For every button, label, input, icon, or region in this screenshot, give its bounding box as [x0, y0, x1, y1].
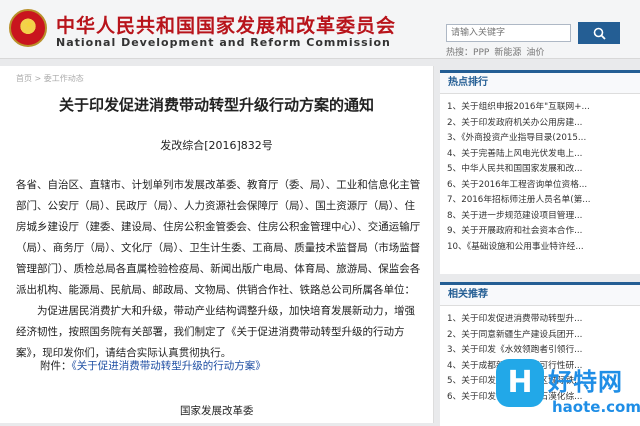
hot-term-oil-price[interactable]: 油价 [526, 48, 544, 58]
watermark-url: haote.com [552, 398, 640, 416]
list-item[interactable]: 9、关于开展政府和社会资本合作... [447, 224, 633, 240]
article-body: 各省、自治区、直辖市、计划单列市发展改革委、教育厅（委、局）、工业和信息化主管部… [16, 175, 421, 364]
list-item[interactable]: 1、关于组织申报2016年"互联网+... [447, 100, 633, 116]
article-main: 首页 > 委工作动态 关于印发促进消费带动转型升级行动方案的通知 发改综合[20… [0, 66, 434, 423]
watermark-logo-icon: H [496, 359, 544, 407]
article-title: 关于印发促进消费带动转型升级行动方案的通知 [58, 96, 374, 114]
list-item[interactable]: 8、关于进一步规范建设项目管理... [447, 209, 633, 225]
site-header: ★ 中华人民共和国国家发展和改革委员会 National Development… [0, 0, 640, 59]
site-watermark: H 好特网 haote.com [496, 352, 640, 423]
search-button[interactable] [578, 22, 620, 44]
hot-ranking-list: 1、关于组织申报2016年"互联网+... 2、关于印发政府机关办公用房建...… [440, 94, 640, 255]
site-title-cn[interactable]: 中华人民共和国国家发展和改革委员会 [56, 11, 396, 38]
body-paragraph: 为促进居民消费扩大和升级，带动产业结构调整升级，加快培育发展新动力，增强经济韧性… [16, 305, 415, 359]
list-item[interactable]: 6、关于2016年工程咨询单位资格... [447, 178, 633, 194]
attachment-line: 附件：《关于促进消费带动转型升级的行动方案》 [40, 358, 266, 373]
site-title-en: National Development and Reform Commissi… [56, 36, 391, 49]
list-item[interactable]: 5、中华人民共和国国家发展和改... [447, 162, 633, 178]
national-emblem-icon: ★ [9, 9, 47, 47]
hot-search-label: 热搜： [446, 48, 474, 58]
list-item[interactable]: 3、《外商投资产业指导目录(2015... [447, 131, 633, 147]
breadcrumb[interactable]: 首页 > 委工作动态 [16, 73, 84, 84]
search-input[interactable] [446, 24, 571, 42]
attachment-label: 附件： [40, 360, 72, 372]
hot-term-new-energy[interactable]: 新能源 [494, 48, 521, 58]
signature: 国家发展改革委 [180, 405, 254, 417]
hot-search-terms: 热搜：PPP 新能源 油价 [446, 45, 636, 58]
hot-ranking-title: 热点排行 [440, 73, 640, 94]
related-title: 相关推荐 [440, 285, 640, 306]
list-item[interactable]: 7、2016年招标师注册人员名单(第... [447, 193, 633, 209]
attachment-link[interactable]: 《关于促进消费带动转型升级的行动方案》 [72, 360, 266, 372]
list-item[interactable]: 1、关于印发促进消费带动转型升... [447, 312, 633, 328]
watermark-text: 好特网 [548, 368, 623, 396]
list-item[interactable]: 2、关于印发政府机关办公用房建... [447, 116, 633, 132]
hot-term-ppp[interactable]: PPP [473, 48, 489, 58]
search-icon [593, 27, 606, 40]
hot-ranking-panel: 热点排行 1、关于组织申报2016年"互联网+... 2、关于印发政府机关办公用… [440, 70, 640, 274]
list-item[interactable]: 10、《基础设施和公用事业特许经... [447, 240, 633, 256]
document-number: 发改综合[2016]832号 [160, 139, 273, 152]
recipients-paragraph: 各省、自治区、直辖市、计划单列市发展改革委、教育厅（委、局）、工业和信息化主管部… [16, 179, 421, 296]
list-item[interactable]: 4、关于完善陆上风电光伏发电上... [447, 147, 633, 163]
list-item[interactable]: 2、关于同意新疆生产建设兵团开... [447, 328, 633, 344]
